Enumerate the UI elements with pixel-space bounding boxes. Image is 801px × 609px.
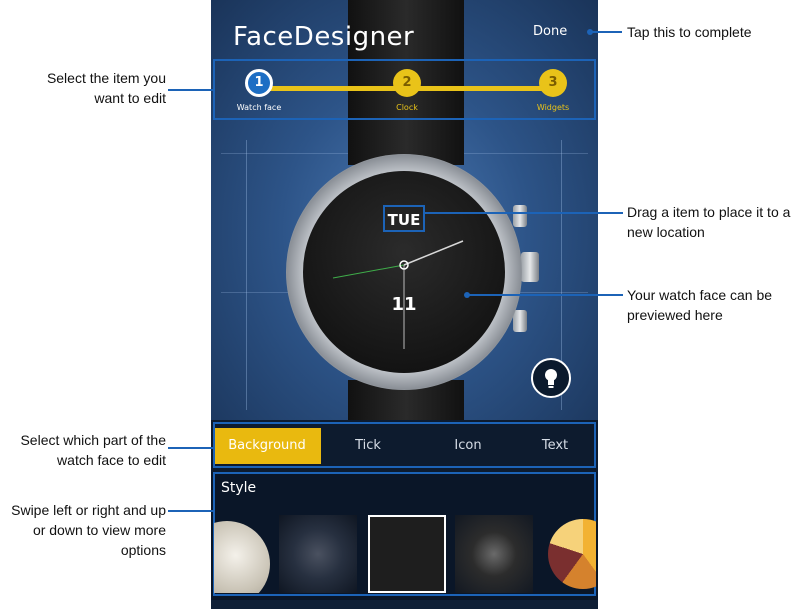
step-watch-face[interactable]: 1 <box>245 69 273 97</box>
step-label-clock: Clock <box>396 103 418 112</box>
step-clock[interactable]: 2 <box>393 69 421 97</box>
callout-line <box>590 31 622 33</box>
callout-line <box>168 510 213 512</box>
done-button[interactable]: Done <box>533 24 567 39</box>
callout-preview: Your watch face can be previewed here <box>627 287 773 323</box>
day-widget[interactable]: TUE <box>383 205 425 232</box>
callout-swipe: Swipe left or right and up or down to vi… <box>11 502 166 558</box>
callout-line <box>168 89 213 91</box>
watch-button-top <box>513 205 527 227</box>
style-option-black-selected[interactable] <box>368 515 446 593</box>
minute-hand <box>403 240 464 266</box>
callout-line <box>467 294 623 296</box>
style-option-colorful[interactable] <box>544 515 596 593</box>
second-hand <box>332 264 405 279</box>
style-option-dark-pattern[interactable] <box>279 515 357 593</box>
phone-screen: FaceDesigner Done 1 2 3 Watch face Clock… <box>211 0 598 609</box>
grid-line <box>246 140 247 410</box>
callout-tabs: Select which part of the watch face to e… <box>20 432 166 468</box>
style-panel: Style <box>211 472 598 600</box>
callout-line <box>168 447 213 449</box>
callout-steps: Select the item you want to edit <box>46 70 166 106</box>
watch-crown <box>521 252 539 282</box>
step-widgets[interactable]: 3 <box>539 69 567 97</box>
callout-drag: Drag a item to place it to a new locatio… <box>627 204 791 240</box>
date-widget[interactable]: 11 <box>391 294 417 315</box>
tabs-frame <box>213 422 596 468</box>
watch-button-bottom <box>513 310 527 332</box>
callout-line <box>423 212 623 214</box>
style-label: Style <box>221 480 257 496</box>
style-option-brushed-metal[interactable] <box>455 515 533 593</box>
step-label-widgets: Widgets <box>536 103 570 112</box>
part-tabs: Background Tick Icon Text <box>211 420 598 472</box>
style-option-silver[interactable] <box>214 515 270 593</box>
app-title: FaceDesigner <box>233 22 415 52</box>
watch-hands <box>332 240 464 349</box>
lightbulb-icon[interactable] <box>531 358 571 398</box>
callout-done: Tap this to complete <box>627 24 752 40</box>
step-progress-bar: 1 2 3 Watch face Clock Widgets <box>213 59 596 120</box>
step-label-watch-face: Watch face <box>236 103 282 112</box>
